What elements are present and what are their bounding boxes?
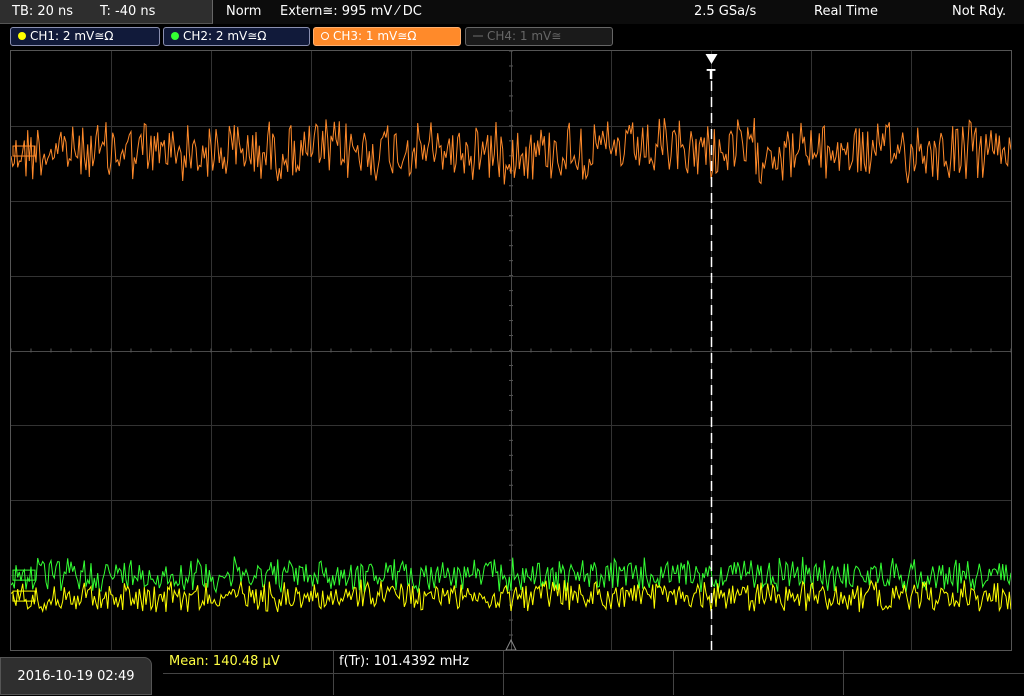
date-time: 2016-10-19 02:49: [0, 657, 152, 695]
channel-4-dot-icon: [473, 35, 483, 37]
channel-2-dot-icon: [171, 32, 179, 40]
acquisition-status: Not Rdy.: [952, 4, 1007, 19]
trigger-mode[interactable]: Norm: [226, 0, 261, 24]
channel-3-label: CH3: 1 mV≅Ω: [333, 29, 417, 43]
channel-3-dot-icon: [321, 32, 329, 40]
trigger-arrow-icon: [705, 54, 718, 64]
channel-1-dot-icon: [18, 32, 26, 40]
channel-4-tab[interactable]: CH4: 1 mV≅: [465, 27, 613, 46]
sample-rate: 2.5 GSa/s: [694, 4, 757, 19]
mean-measurement[interactable]: Mean: 140.48 µV: [169, 654, 280, 669]
timebase-panel[interactable]: TB: 20 ns T: -40 ns: [0, 0, 213, 24]
channel-4-label: CH4: 1 mV≅: [487, 29, 562, 43]
frequency-measurement[interactable]: f(Tr): 101.4392 mHz: [339, 654, 469, 669]
channel-3-tab[interactable]: CH3: 1 mV≅Ω: [313, 27, 461, 46]
channel-1-label: CH1: 2 mV≅Ω: [30, 29, 114, 43]
graticule: [11, 51, 1011, 650]
channel-1-tab[interactable]: CH1: 2 mV≅Ω: [10, 27, 160, 46]
waveform-display[interactable]: T: [10, 50, 1012, 651]
waveform-plot[interactable]: T: [11, 51, 1011, 650]
timebase-readout[interactable]: TB: 20 ns: [12, 0, 73, 24]
channel-2-tab[interactable]: CH2: 2 mV≅Ω: [163, 27, 310, 46]
channel-tabs: CH1: 2 mV≅Ω CH2: 2 mV≅Ω CH3: 1 mV≅Ω CH4:…: [0, 24, 1024, 48]
channel-2-label: CH2: 2 mV≅Ω: [183, 29, 267, 43]
measurement-bar: Mean: 140.48 µV f(Tr): 101.4392 mHz: [163, 651, 1024, 695]
trigger-marker-label[interactable]: T: [707, 68, 716, 83]
acquisition-mode: Real Time: [814, 4, 878, 19]
trigger-source[interactable]: Extern≅: 995 mV ⁄ DC: [280, 0, 422, 24]
trigger-time-readout[interactable]: T: -40 ns: [100, 0, 155, 24]
status-bar: TB: 20 ns T: -40 ns Norm Extern≅: 995 mV…: [0, 0, 1024, 24]
